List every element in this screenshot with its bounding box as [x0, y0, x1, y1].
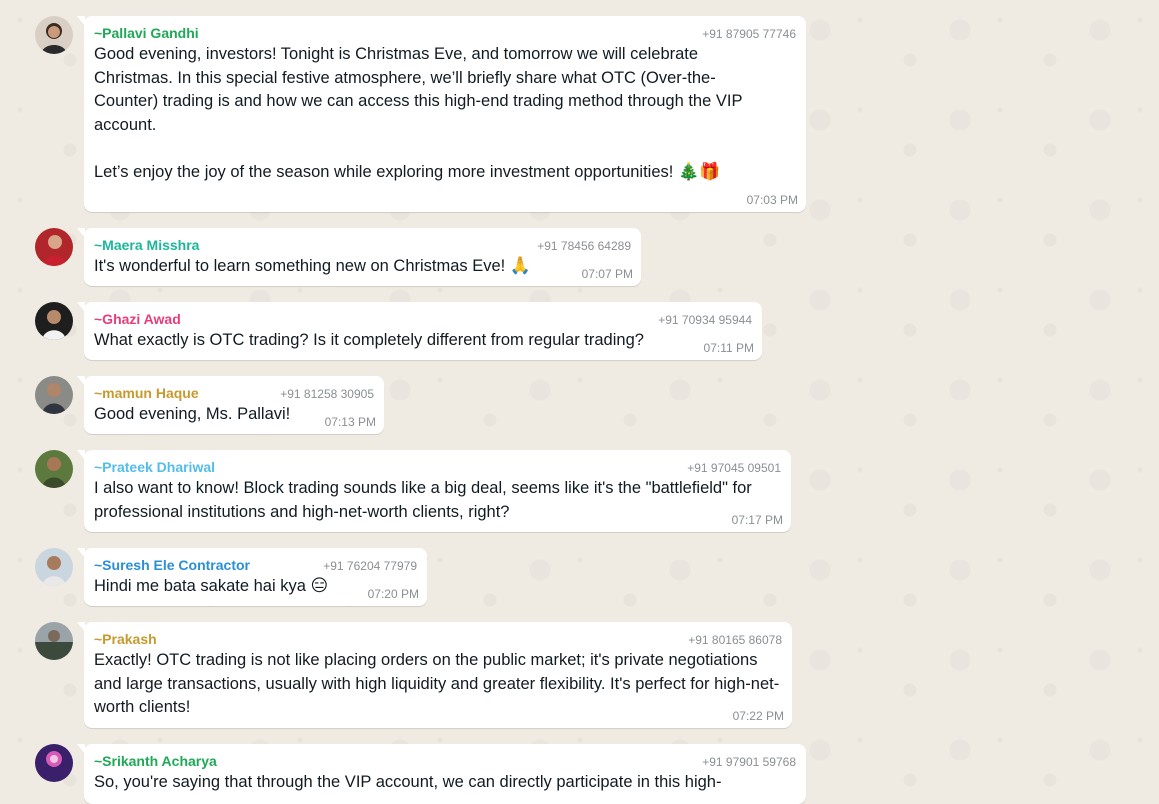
message-bubble[interactable]: ~Ghazi Awad +91 70934 95944 What exactly…: [77, 302, 762, 360]
message-text: It's wonderful to learn something new on…: [94, 255, 631, 279]
message-bubble[interactable]: ~Suresh Ele Contractor +91 76204 77979 H…: [77, 548, 427, 606]
expressionless-face-emoji-icon: 😑: [310, 576, 329, 596]
message-bubble[interactable]: ~Prateek Dhariwal +91 97045 09501 I also…: [77, 450, 791, 532]
avatar[interactable]: [35, 376, 73, 414]
sender-name[interactable]: ~Ghazi Awad: [94, 311, 181, 327]
message-time: 07:13 PM: [324, 415, 376, 429]
message-time: 07:22 PM: [732, 709, 784, 723]
sender-name[interactable]: ~Prakash: [94, 631, 157, 647]
sender-phone: +91 97901 59768: [702, 755, 796, 769]
message-text: I also want to know! Block trading sound…: [94, 479, 757, 521]
message-text: Good evening, investors! Tonight is Chri…: [94, 43, 774, 185]
message-bubble[interactable]: ~Prakash +91 80165 86078 Exactly! OTC tr…: [77, 622, 792, 728]
avatar[interactable]: [35, 622, 73, 660]
sender-phone: +91 80165 86078: [688, 633, 782, 647]
message-time: 07:17 PM: [731, 513, 783, 527]
folded-hands-emoji-icon: 🙏: [509, 256, 532, 276]
sender-name[interactable]: ~Pallavi Gandhi: [94, 25, 199, 41]
avatar[interactable]: [35, 744, 73, 782]
sender-phone: +91 81258 30905: [280, 387, 374, 401]
message-bubble[interactable]: ~Srikanth Acharya +91 97901 59768 So, yo…: [77, 744, 806, 804]
message-bubble[interactable]: ~Pallavi Gandhi +91 87905 77746 Good eve…: [77, 16, 806, 212]
message-bubble[interactable]: ~mamun Haque +91 81258 30905 Good evenin…: [77, 376, 384, 434]
sender-name[interactable]: ~Maera Misshra: [94, 237, 199, 253]
sender-phone: +91 76204 77979: [323, 559, 417, 573]
sender-phone: +91 78456 64289: [537, 239, 631, 253]
avatar[interactable]: [35, 228, 73, 266]
sender-phone: +91 70934 95944: [658, 313, 752, 327]
sender-name[interactable]: ~Srikanth Acharya: [94, 753, 217, 769]
message-time: 07:07 PM: [581, 267, 633, 281]
message-text: Exactly! OTC trading is not like placing…: [94, 651, 780, 717]
sender-phone: +91 87905 77746: [702, 27, 796, 41]
message-text: What exactly is OTC trading? Is it compl…: [94, 331, 644, 349]
message-bubble[interactable]: ~Maera Misshra +91 78456 64289 It's wond…: [77, 228, 641, 286]
message-text: So, you're saying that through the VIP a…: [94, 773, 722, 791]
avatar[interactable]: [35, 450, 73, 488]
avatar[interactable]: [35, 302, 73, 340]
message-text-body: Good evening, investors! Tonight is Chri…: [94, 45, 743, 181]
avatar[interactable]: [35, 16, 73, 54]
avatar[interactable]: [35, 548, 73, 586]
message-text-body: It's wonderful to learn something new on…: [94, 257, 506, 275]
message-time: 07:20 PM: [367, 587, 419, 601]
sender-phone: +91 97045 09501: [687, 461, 781, 475]
sender-name[interactable]: ~Prateek Dhariwal: [94, 459, 215, 475]
message-time: 07:11 PM: [703, 341, 754, 355]
sender-name[interactable]: ~Suresh Ele Contractor: [94, 557, 250, 573]
message-text-body: Hindi me bata sakate hai kya: [94, 577, 306, 595]
sender-name[interactable]: ~mamun Haque: [94, 385, 199, 401]
message-time: 07:03 PM: [746, 193, 798, 207]
tree-gift-emoji-icon: 🎄🎁: [677, 161, 721, 182]
